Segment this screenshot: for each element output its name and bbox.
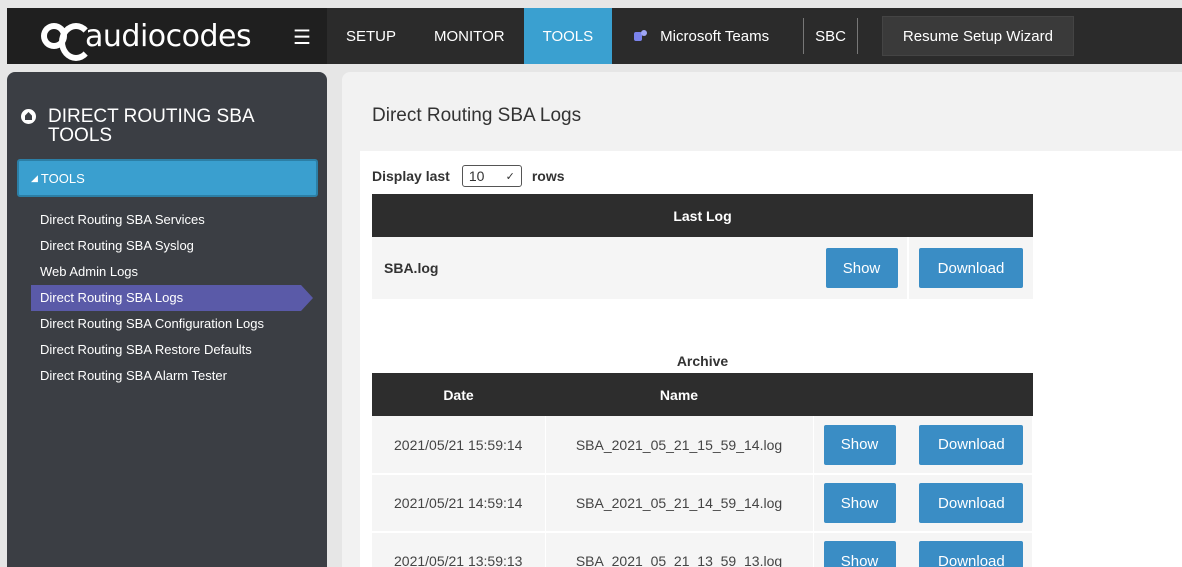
sidebar-item-sba-alarm-tester[interactable]: Direct Routing SBA Alarm Tester (31, 363, 321, 389)
sidebar-item-sba-services[interactable]: Direct Routing SBA Services (31, 207, 321, 233)
resume-setup-wizard-button[interactable]: Resume Setup Wizard (881, 16, 1074, 56)
archive-date: 2021/05/21 14:59:14 (372, 474, 546, 533)
display-rows-control: Display last 10 ✓ rows (372, 165, 565, 187)
main-content: Direct Routing SBA Logs Display last 10 … (342, 72, 1182, 567)
sidebar-title-text: DIRECT ROUTING SBA TOOLS (48, 106, 254, 146)
rows-select-value: 10 (468, 168, 485, 184)
sidebar-menu: Direct Routing SBA Services Direct Routi… (31, 207, 321, 389)
last-log-table: Last Log SBA.log Show Download (372, 194, 1033, 299)
archive-name: SBA_2021_05_21_14_59_14.log (545, 474, 814, 533)
archive-table: Date Name 2021/05/21 15:59:14 SBA_2021_0… (372, 373, 1033, 567)
archive-column-name: Name (545, 373, 813, 416)
display-prefix-label: Display last (372, 168, 450, 184)
sbc-button[interactable]: SBC (803, 18, 858, 54)
top-navigation-bar: audiocodes ☰ SETUP MONITOR TOOLS Microso… (7, 8, 1182, 64)
display-suffix-label: rows (531, 168, 565, 184)
table-row: 2021/05/21 14:59:14 SBA_2021_05_21_14_59… (372, 474, 1033, 533)
nav-tools[interactable]: TOOLS (523, 8, 613, 64)
nav-setup[interactable]: SETUP (327, 8, 415, 64)
rows-select[interactable]: 10 ✓ (461, 165, 522, 187)
archive-show-button[interactable]: Show (823, 424, 896, 465)
collapse-triangle-icon: ◢ (31, 172, 38, 183)
logs-panel: Display last 10 ✓ rows Last Log SBA.log … (360, 151, 1182, 567)
teams-label: Microsoft Teams (660, 27, 770, 45)
archive-name: SBA_2021_05_21_15_59_14.log (545, 416, 814, 475)
last-log-name: SBA.log (372, 237, 816, 299)
logo-area: audiocodes ☰ (7, 8, 327, 64)
sidebar-item-sba-syslog[interactable]: Direct Routing SBA Syslog (31, 233, 321, 259)
audiocodes-logo-icon (41, 23, 93, 61)
archive-column-actions (813, 373, 1033, 416)
sidebar-item-sba-configuration-logs[interactable]: Direct Routing SBA Configuration Logs (31, 311, 321, 337)
page-title: Direct Routing SBA Logs (372, 105, 582, 126)
archive-date: 2021/05/21 13:59:13 (372, 532, 546, 567)
sidebar-section-tools[interactable]: ◢ TOOLS (17, 159, 318, 197)
teams-icon (634, 30, 648, 42)
table-row: 2021/05/21 13:59:13 SBA_2021_05_21_13_59… (372, 532, 1033, 567)
archive-name: SBA_2021_05_21_13_59_13.log (545, 532, 814, 567)
archive-date: 2021/05/21 15:59:14 (372, 416, 546, 475)
archive-label: Archive (676, 353, 729, 369)
nav-microsoft-teams[interactable]: Microsoft Teams (612, 8, 789, 64)
archive-column-date: Date (372, 373, 545, 416)
logo-text: audiocodes (85, 18, 252, 54)
archive-download-button[interactable]: Download (919, 424, 1024, 465)
sidebar-section-label: TOOLS (40, 170, 85, 186)
table-row: 2021/05/21 15:59:14 SBA_2021_05_21_15_59… (372, 416, 1033, 475)
last-log-header: Last Log (372, 194, 1033, 237)
home-icon[interactable] (21, 109, 36, 124)
sidebar-title[interactable]: DIRECT ROUTING SBA TOOLS (21, 107, 298, 145)
sidebar-item-sba-logs[interactable]: Direct Routing SBA Logs (31, 285, 313, 311)
last-log-download-button[interactable]: Download (919, 248, 1023, 288)
sidebar-item-web-admin-logs[interactable]: Web Admin Logs (31, 259, 321, 285)
chevron-down-icon: ✓ (505, 170, 515, 183)
archive-download-button[interactable]: Download (919, 541, 1024, 567)
archive-show-button[interactable]: Show (823, 541, 896, 567)
main-nav: SETUP MONITOR TOOLS (327, 8, 613, 64)
nav-monitor[interactable]: MONITOR (415, 8, 524, 64)
archive-download-button[interactable]: Download (919, 483, 1024, 523)
last-log-show-button[interactable]: Show (825, 248, 898, 288)
sidebar: DIRECT ROUTING SBA TOOLS ◢ TOOLS Direct … (7, 72, 327, 567)
table-row: SBA.log Show Download (372, 237, 1033, 299)
archive-show-button[interactable]: Show (823, 483, 896, 523)
hamburger-icon[interactable]: ☰ (293, 25, 311, 50)
sidebar-item-sba-restore-defaults[interactable]: Direct Routing SBA Restore Defaults (31, 337, 321, 363)
